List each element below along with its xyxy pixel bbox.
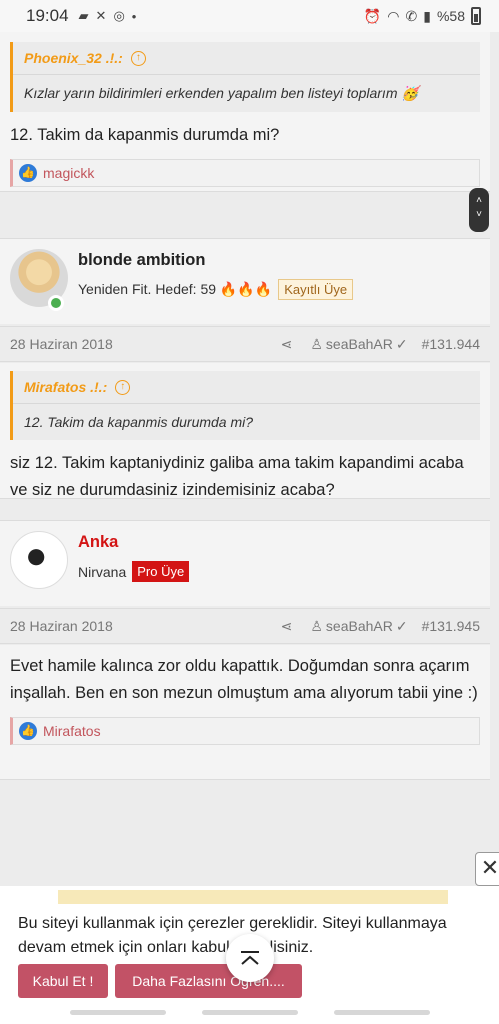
online-status-icon: [48, 295, 64, 311]
nav-hint-right: [334, 1010, 430, 1015]
quote-author-name[interactable]: Mirafatos .!.:: [24, 379, 107, 395]
user-badge: Kayıtlı Üye: [278, 279, 354, 300]
check-icon: ✓: [395, 335, 408, 352]
quote-author[interactable]: Mirafatos .!.: ↑: [13, 371, 480, 404]
share-icon[interactable]: ⋖: [281, 336, 293, 353]
user-icon: ♙: [310, 617, 323, 634]
signal-icon: ▮: [423, 7, 431, 24]
quote-text: 12. Takim da kapanmis durumda mi?: [24, 414, 254, 430]
call-icon: ✆: [405, 7, 418, 24]
scroll-handle[interactable]: ˄ ˅: [469, 188, 489, 232]
battery-icon: [471, 7, 481, 25]
status-time: 19:04: [26, 6, 69, 25]
avatar[interactable]: [10, 531, 68, 589]
thread-content: Phoenix_32 .!.: ↑ Kızlar yarın bildiriml…: [0, 32, 499, 892]
quote-text: Kızlar yarın bildirimleri erkenden yapal…: [24, 85, 419, 101]
post-text: 12. Takim da kapanmis durumda mi?: [10, 126, 280, 144]
post-number[interactable]: #131.944: [422, 336, 480, 352]
status-bar: 19:04 ▰ ✕ ◎ • ⏰ ◠ ✆ ▮ %58: [0, 0, 499, 32]
learn-more-button[interactable]: Daha Fazlasını Öğren....: [115, 964, 302, 998]
message-icon: ▰: [78, 8, 89, 23]
dot-icon: •: [131, 8, 137, 24]
wifi-icon: ◠: [387, 7, 400, 24]
status-right: ⏰ ◠ ✆ ▮ %58: [364, 7, 481, 25]
post-item: Mirafatos .!.: ↑ 12. Takim da kapanmis d…: [0, 363, 490, 499]
accept-cookies-button[interactable]: Kabul Et !: [18, 964, 108, 998]
user-title: Nirvana: [78, 563, 127, 580]
like-icon: 👍: [19, 722, 37, 740]
quote-block: Mirafatos .!.: ↑ 12. Takim da kapanmis d…: [10, 371, 480, 440]
post-date[interactable]: 28 Haziran 2018: [10, 336, 281, 352]
nav-hint-center: [202, 1010, 298, 1015]
user-title-row: Yeniden Fit. Hedef: 59 🔥🔥🔥 Kayıtlı Üye: [78, 279, 354, 300]
instagram-icon: ◎: [113, 8, 125, 23]
check-icon: ✓: [395, 617, 408, 634]
username[interactable]: Anka: [78, 533, 118, 552]
post-item: Evet hamile kalınca zor oldu kapattık. D…: [0, 645, 490, 780]
like-icon: 👍: [19, 164, 37, 182]
quote-block: Phoenix_32 .!.: ↑ Kızlar yarın bildiriml…: [10, 42, 480, 112]
post-user-block: Anka Nirvana Pro Üye: [0, 520, 490, 606]
post-number[interactable]: #131.945: [422, 618, 480, 634]
jump-up-icon[interactable]: ↑: [115, 379, 131, 395]
chevron-up-icon: [241, 951, 259, 965]
quote-author[interactable]: Phoenix_32 .!.: ↑: [13, 42, 480, 75]
jump-up-icon[interactable]: ↑: [130, 50, 146, 66]
alarm-icon: ⏰: [363, 7, 382, 24]
reaction-user-link[interactable]: magickk: [43, 165, 94, 181]
scroll-top-button[interactable]: [226, 934, 274, 982]
post-date[interactable]: 28 Haziran 2018: [10, 618, 281, 634]
thread-starter: ♙ seaBahAR ✓: [310, 336, 407, 353]
post-meta: 28 Haziran 2018 ⋖ ♙ seaBahAR ✓ #131.944: [0, 326, 490, 362]
user-title-row: Nirvana Pro Üye: [78, 561, 190, 582]
post-user-block: blonde ambition Yeniden Fit. Hedef: 59 🔥…: [0, 238, 490, 324]
user-title: Yeniden Fit. Hedef: 59 🔥🔥🔥: [78, 281, 273, 297]
post-meta: 28 Haziran 2018 ⋖ ♙ seaBahAR ✓ #131.945: [0, 608, 490, 644]
missed-call-icon: ✕: [95, 8, 107, 23]
quote-author-name[interactable]: Phoenix_32 .!.:: [24, 50, 123, 66]
username[interactable]: blonde ambition: [78, 251, 205, 270]
user-icon: ♙: [310, 335, 323, 352]
reaction-user-link[interactable]: Mirafatos: [43, 723, 101, 739]
reactions-bar[interactable]: 👍 Mirafatos: [10, 717, 480, 745]
thread-starter-name: seaBahAR: [325, 618, 393, 634]
share-icon[interactable]: ⋖: [281, 618, 293, 635]
thread-starter-name: seaBahAR: [325, 336, 393, 352]
thread-starter: ♙ seaBahAR ✓: [310, 618, 407, 635]
post-text: siz 12. Takim kaptaniydiniz galiba ama t…: [10, 454, 464, 499]
close-icon[interactable]: ✕: [475, 852, 499, 886]
reactions-bar[interactable]: 👍 magickk: [10, 159, 480, 187]
post-text: Evet hamile kalınca zor oldu kapattık. D…: [10, 657, 478, 702]
battery-percent: %58: [436, 8, 465, 24]
nav-hint-left: [70, 1010, 166, 1015]
post-item: Phoenix_32 .!.: ↑ Kızlar yarın bildiriml…: [0, 32, 490, 192]
ad-banner[interactable]: [58, 890, 448, 904]
user-badge: Pro Üye: [132, 561, 190, 582]
